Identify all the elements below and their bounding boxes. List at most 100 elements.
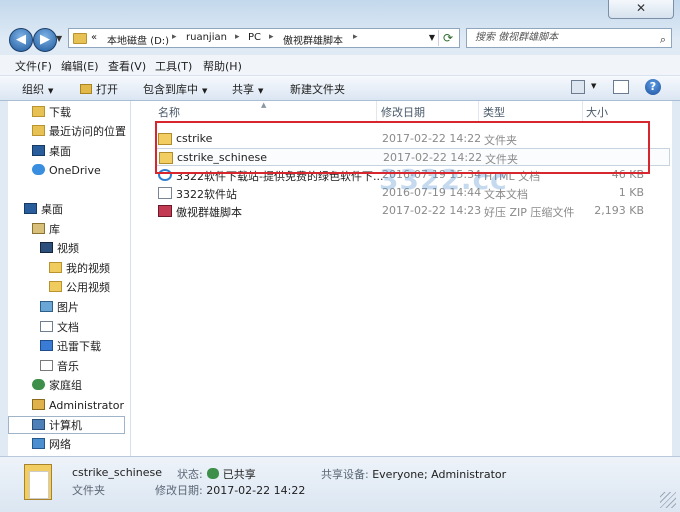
- organize-button[interactable]: 组织 ▼: [22, 81, 53, 97]
- title-bar: ✕: [0, 0, 680, 22]
- column-divider[interactable]: [582, 101, 583, 123]
- history-dropdown-icon[interactable]: ▼: [56, 34, 62, 43]
- view-options-icon[interactable]: [571, 80, 585, 94]
- address-row: ◀ ▶ ▼ « 本地磁盘 (D:) ▸ ruanjian ▸ PC ▸ 傲视群雄…: [0, 26, 680, 52]
- details-state: 状态: 已共享: [177, 466, 256, 482]
- menu-view[interactable]: 查看(V): [108, 58, 146, 74]
- file-name: cstrike: [176, 132, 213, 145]
- nav-label: 公用视频: [66, 281, 110, 294]
- nav-music[interactable]: 音乐: [40, 358, 79, 376]
- file-name: cstrike_schinese: [177, 151, 267, 164]
- breadcrumb-ruanjian[interactable]: ruanjian: [186, 32, 227, 43]
- organize-label: 组织: [22, 83, 44, 96]
- video-library-icon: [40, 242, 53, 253]
- chevron-right-icon[interactable]: ▸: [269, 32, 274, 42]
- breadcrumb-drive[interactable]: 本地磁盘 (D:): [107, 32, 169, 47]
- address-bar[interactable]: « 本地磁盘 (D:) ▸ ruanjian ▸ PC ▸ 傲视群雄脚本 ▸ ▼…: [68, 28, 460, 48]
- nav-documents[interactable]: 文档: [40, 319, 79, 337]
- nav-downloads[interactable]: 下载: [32, 104, 71, 122]
- file-type: 好压 ZIP 压缩文件: [484, 206, 575, 219]
- onedrive-icon: [32, 164, 45, 175]
- state-value: 已共享: [222, 468, 256, 481]
- nav-label: 桌面: [41, 203, 63, 216]
- chevron-right-icon[interactable]: ▸: [235, 32, 240, 42]
- nav-libraries[interactable]: 库: [32, 221, 60, 239]
- nav-pictures[interactable]: 图片: [40, 299, 79, 317]
- column-size[interactable]: 大小: [586, 104, 608, 122]
- file-row[interactable]: 傲视群雄脚本 2017-02-22 14:23 好压 ZIP 压缩文件 2,19…: [155, 202, 670, 220]
- file-name: 3322软件站: [176, 188, 237, 201]
- computer-icon: [32, 419, 45, 430]
- new-folder-button[interactable]: 新建文件夹: [290, 81, 345, 97]
- file-size: 1 KB: [618, 186, 644, 199]
- column-date[interactable]: 修改日期: [381, 104, 425, 122]
- file-size: 46 KB: [611, 168, 644, 181]
- nav-label: Administrator: [49, 399, 124, 412]
- nav-network[interactable]: 网络: [32, 436, 71, 454]
- file-row[interactable]: cstrike 2017-02-22 14:22 文件夹: [155, 130, 670, 148]
- documents-icon: [40, 321, 53, 332]
- nav-label: OneDrive: [49, 164, 101, 177]
- downloads-icon: [32, 106, 45, 117]
- nav-my-videos[interactable]: 我的视频: [49, 260, 110, 278]
- folder-icon: [49, 281, 62, 292]
- search-icon[interactable]: ⌕: [660, 31, 666, 49]
- column-divider[interactable]: [478, 101, 479, 123]
- state-label: 状态:: [177, 468, 203, 481]
- help-icon[interactable]: ?: [645, 79, 661, 95]
- dropdown-arrow-icon: ▼: [48, 87, 54, 95]
- breadcrumb-current[interactable]: 傲视群雄脚本: [283, 32, 343, 47]
- refresh-icon[interactable]: ⟳: [438, 30, 457, 46]
- preview-pane-icon[interactable]: [613, 80, 629, 94]
- search-input[interactable]: 搜索 傲视群雄脚本 ⌕: [466, 28, 672, 48]
- modified-label: 修改日期:: [155, 484, 203, 497]
- open-label: 打开: [96, 83, 118, 96]
- nav-computer[interactable]: 计算机: [8, 416, 125, 434]
- menu-help[interactable]: 帮助(H): [203, 58, 242, 74]
- nav-label: 桌面: [49, 145, 71, 158]
- recent-places-icon: [32, 125, 45, 136]
- details-pane: cstrike_schinese 文件夹 状态: 已共享 修改日期: 2017-0…: [0, 456, 680, 512]
- watermark: 3322.cc: [379, 163, 508, 196]
- view-dropdown-icon[interactable]: ▼: [591, 82, 596, 90]
- share-label: 共享: [232, 83, 254, 96]
- column-name[interactable]: 名称: [158, 104, 180, 122]
- nav-onedrive[interactable]: OneDrive: [32, 162, 101, 180]
- include-label: 包含到库中: [143, 83, 198, 96]
- music-icon: [40, 360, 53, 371]
- network-icon: [32, 438, 45, 449]
- file-date: 2017-02-22 14:22: [382, 132, 482, 145]
- share-button[interactable]: 共享 ▼: [232, 81, 263, 97]
- close-button[interactable]: ✕: [608, 0, 674, 19]
- nav-recent-places[interactable]: 最近访问的位置: [32, 123, 126, 141]
- menu-tools[interactable]: 工具(T): [155, 58, 192, 74]
- menu-file[interactable]: 文件(F): [15, 58, 52, 74]
- nav-homegroup[interactable]: 家庭组: [32, 377, 82, 395]
- nav-label: 家庭组: [49, 379, 82, 392]
- chevron-right-icon[interactable]: ▸: [172, 32, 177, 42]
- open-button[interactable]: 打开: [80, 81, 118, 97]
- breadcrumb-overflow[interactable]: «: [91, 32, 97, 43]
- nav-label: 文档: [57, 321, 79, 334]
- folder-icon: [49, 262, 62, 273]
- nav-desktop-fav[interactable]: 桌面: [32, 143, 71, 161]
- back-button[interactable]: ◀: [9, 28, 33, 52]
- nav-videos[interactable]: 视频: [40, 240, 79, 258]
- nav-desktop[interactable]: 桌面: [24, 201, 63, 219]
- address-dropdown-icon[interactable]: ▼: [429, 33, 435, 42]
- shared-users-icon: [206, 468, 219, 479]
- forward-button[interactable]: ▶: [33, 28, 57, 52]
- modified-value: 2017-02-22 14:22: [206, 484, 306, 497]
- resize-grip-icon[interactable]: [660, 492, 676, 508]
- nav-public-videos[interactable]: 公用视频: [49, 279, 110, 297]
- nav-xunlei[interactable]: 迅雷下载: [40, 338, 101, 356]
- breadcrumb-pc[interactable]: PC: [248, 32, 261, 43]
- include-in-library-button[interactable]: 包含到库中 ▼: [143, 81, 207, 97]
- column-type[interactable]: 类型: [483, 104, 505, 122]
- pictures-icon: [40, 301, 53, 312]
- chevron-right-icon[interactable]: ▸: [353, 32, 358, 42]
- nav-administrator[interactable]: Administrator: [32, 397, 124, 415]
- column-divider[interactable]: [376, 101, 377, 123]
- menu-edit[interactable]: 编辑(E): [61, 58, 99, 74]
- nav-label: 网络: [49, 438, 71, 451]
